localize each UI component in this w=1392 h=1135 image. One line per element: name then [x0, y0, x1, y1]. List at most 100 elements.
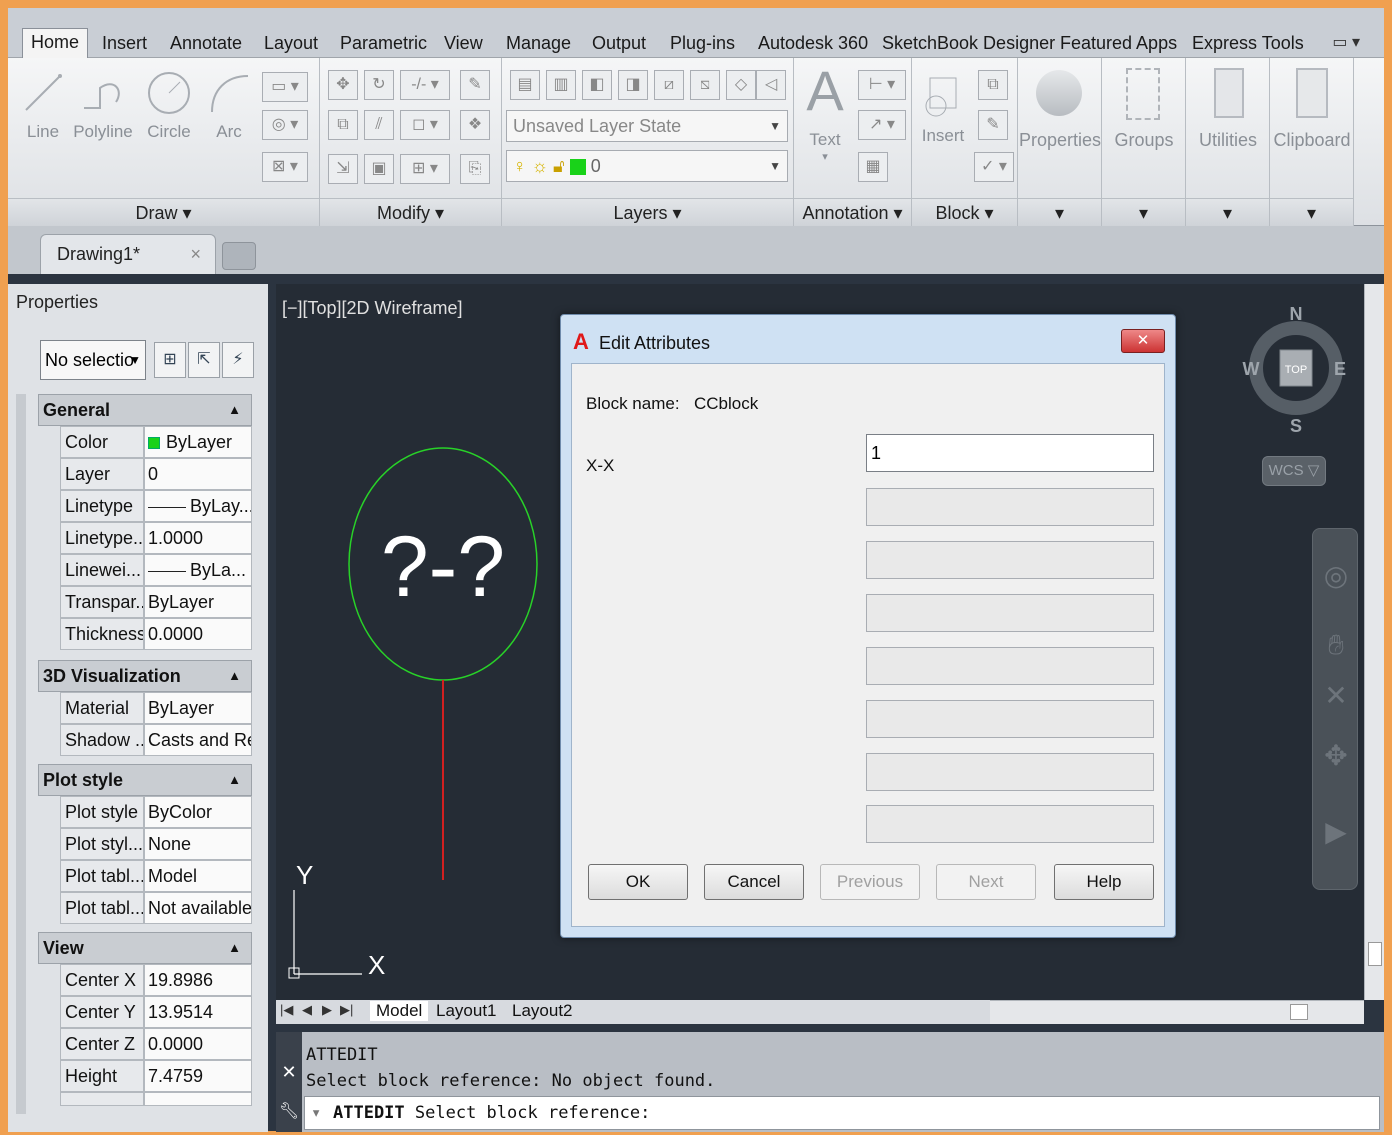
prop-row[interactable]: Shadow ...Casts and Re... [60, 724, 252, 756]
tab-sketchbook-designer[interactable]: SketchBook Designer [874, 30, 1063, 58]
prop-row[interactable]: Color ByLayer [60, 426, 252, 458]
layers-panel-title[interactable]: Layers ▾ [502, 198, 793, 226]
tab-model[interactable]: Model [370, 1001, 429, 1021]
customize-wrench-icon[interactable]: 🔧︎ [276, 1101, 302, 1121]
tab-manage[interactable]: Manage [498, 30, 579, 58]
section-plot-style[interactable]: Plot style ▲ [38, 764, 252, 796]
layer-properties-icon[interactable]: ▤ [510, 70, 540, 100]
tab-featured-apps[interactable]: Featured Apps [1052, 30, 1185, 58]
tab-express-tools[interactable]: Express Tools [1184, 30, 1312, 58]
clipboard-tool-panel[interactable]: Clipboard ▾ [1270, 58, 1354, 226]
layer-lock-icon[interactable]: ◁ [756, 70, 786, 100]
command-line-handle[interactable]: ✕ 🔧︎ [276, 1032, 302, 1132]
tab-layout1[interactable]: Layout1 [436, 1001, 497, 1021]
utilities-tool-panel[interactable]: Utilities ▾ [1186, 58, 1270, 226]
layer-previous-icon[interactable]: ⧅ [690, 70, 720, 100]
ribbon-minimize-icon[interactable]: ▭ ▾ [1332, 32, 1360, 52]
prop-row[interactable]: Layer 0 [60, 458, 252, 490]
block-attribute-text[interactable]: ?-? [381, 519, 505, 615]
fillet-icon[interactable]: ◻ ▾ [400, 110, 450, 140]
circle-tool[interactable]: Circle [144, 70, 194, 142]
prop-row[interactable]: Linetype ByLay... [60, 490, 252, 522]
cancel-button[interactable]: Cancel [704, 864, 804, 900]
hatch-tool[interactable]: ◎ ▾ [262, 110, 308, 140]
text-tool[interactable]: A Text ▾ [802, 63, 848, 164]
command-input[interactable]: ▾ ATTEDIT Select block reference: [304, 1096, 1380, 1130]
toggle-pickadd-icon[interactable]: ⊞ [154, 342, 186, 378]
layer-walk-icon[interactable]: ◇ [726, 70, 756, 100]
section-view[interactable]: View ▲ [38, 932, 252, 964]
tab-parametric[interactable]: Parametric [332, 30, 435, 58]
prev-layout-button[interactable]: ◀ [302, 1002, 312, 1018]
help-button[interactable]: Help [1054, 864, 1154, 900]
scroll-thumb-horizontal[interactable] [1290, 1004, 1308, 1020]
pan-icon[interactable]: ✋︎ [1321, 629, 1351, 669]
last-layout-button[interactable]: ▶| [340, 1002, 353, 1018]
tab-output[interactable]: Output [584, 30, 654, 58]
modify-panel-title[interactable]: Modify ▾ [320, 198, 501, 226]
edit-attribute-icon[interactable]: ✓ ▾ [974, 152, 1014, 182]
dimension-icon[interactable]: ⊢ ▾ [858, 70, 906, 100]
scroll-thumb[interactable] [1368, 942, 1382, 966]
prop-row[interactable]: Center Z 0.0000 [60, 1028, 252, 1060]
prop-row[interactable]: Center X 19.8986 [60, 964, 252, 996]
compass-west[interactable]: W [1243, 359, 1260, 379]
groups-tool-panel[interactable]: Groups ▾ [1102, 58, 1186, 226]
layer-match-icon[interactable]: ⧄ [654, 70, 684, 100]
palette-scroll-strip[interactable] [16, 394, 26, 1114]
quick-select-icon[interactable]: ⚡ [222, 342, 254, 378]
array-icon[interactable]: ⊞ ▾ [400, 154, 450, 184]
vertical-scrollbar[interactable] [1364, 284, 1384, 1000]
mirror-icon[interactable]: ⫽ [364, 110, 394, 140]
tab-layout[interactable]: Layout [256, 30, 326, 58]
table-icon[interactable]: ▦ [858, 152, 888, 182]
prop-row[interactable]: Linetype... 1.0000 [60, 522, 252, 554]
prop-row[interactable]: Transpar... ByLayer [60, 586, 252, 618]
wcs-menu[interactable]: WCS ▽ [1262, 456, 1326, 486]
block-panel-title[interactable]: Block ▾ [912, 198, 1017, 226]
prop-row[interactable]: Linewei... ByLa... [60, 554, 252, 586]
tab-view[interactable]: View [436, 30, 491, 58]
create-block-icon[interactable]: ⧉ [978, 70, 1008, 100]
compass-south[interactable]: S [1290, 416, 1302, 436]
close-button[interactable]: ✕ [1121, 329, 1165, 353]
move-icon[interactable]: ✥ [328, 70, 358, 100]
groups-panel-expand[interactable]: ▾ [1102, 198, 1185, 226]
layer-iso-icon[interactable]: ◧ [582, 70, 612, 100]
rotate-icon[interactable]: ↻ [364, 70, 394, 100]
erase-icon[interactable]: ✎ [460, 70, 490, 100]
stretch-icon[interactable]: ⇲ [328, 154, 358, 184]
insert-tool[interactable]: Insert [918, 74, 968, 146]
leader-icon[interactable]: ↗ ▾ [858, 110, 906, 140]
tab-insert[interactable]: Insert [94, 30, 155, 58]
showmotion-icon[interactable]: ▶ [1321, 815, 1351, 855]
prop-row[interactable]: Center Y 13.9514 [60, 996, 252, 1028]
first-layout-button[interactable]: |◀ [280, 1002, 293, 1018]
trim-icon[interactable]: -/- ▾ [400, 70, 450, 100]
layer-state-icon[interactable]: ▥ [546, 70, 576, 100]
utilities-panel-expand[interactable]: ▾ [1186, 198, 1269, 226]
layer-state-dropdown[interactable]: Unsaved Layer State ▼ [506, 110, 788, 142]
steering-wheel-icon[interactable]: ◎ [1321, 559, 1351, 599]
section-3d-visualization[interactable]: 3D Visualization ▲ [38, 660, 252, 692]
layer-unisolate-icon[interactable]: ◨ [618, 70, 648, 100]
explode-icon[interactable]: ❖ [460, 110, 490, 140]
properties-panel-expand[interactable]: ▾ [1018, 198, 1101, 226]
scale-icon[interactable]: ▣ [364, 154, 394, 184]
ok-button[interactable]: OK [588, 864, 688, 900]
tab-autodesk-360[interactable]: Autodesk 360 [750, 30, 876, 58]
edit-block-icon[interactable]: ✎ [978, 110, 1008, 140]
horizontal-scrollbar[interactable] [990, 1000, 1364, 1024]
compass-north[interactable]: N [1290, 304, 1303, 324]
attribute-value-input[interactable]: 1 [866, 434, 1154, 472]
close-icon[interactable]: ✕ [276, 1062, 302, 1083]
offset-icon[interactable]: ⎘ [460, 154, 490, 184]
line-tool[interactable]: Line [20, 70, 66, 142]
prop-row-partial[interactable] [60, 1092, 252, 1106]
prop-row[interactable]: Plot tabl... Not available [60, 892, 252, 924]
select-objects-icon[interactable]: ⇱ [188, 342, 220, 378]
prop-row[interactable]: Height 7.4759 [60, 1060, 252, 1092]
annotation-panel-title[interactable]: Annotation ▾ [794, 198, 911, 226]
polyline-tool[interactable]: Polyline [72, 70, 134, 142]
compass-east[interactable]: E [1334, 359, 1346, 379]
